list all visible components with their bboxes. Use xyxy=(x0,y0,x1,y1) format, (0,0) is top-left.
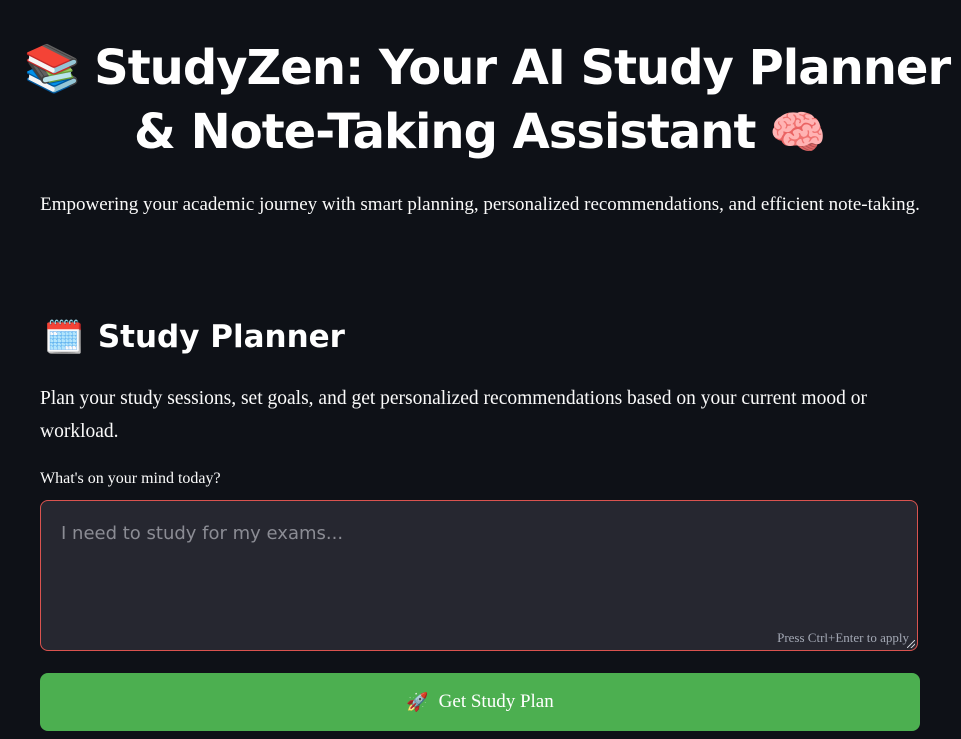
page-title-line-2: & Note-Taking Assistant 🧠 xyxy=(40,100,920,164)
mind-input-container: Press Ctrl+Enter to apply xyxy=(40,500,918,651)
get-study-plan-button[interactable]: 🚀 Get Study Plan xyxy=(40,673,920,731)
app-page: 📚 StudyZen: Your AI Study Planner & Note… xyxy=(0,0,961,739)
mind-input-label: What's on your mind today? xyxy=(40,470,221,487)
page-title-text-2: & Note-Taking Assistant xyxy=(134,104,756,160)
get-study-plan-label: Get Study Plan xyxy=(438,691,554,712)
books-icon: 📚 xyxy=(23,41,81,95)
study-planner-heading-text: Study Planner xyxy=(97,319,345,355)
brain-icon: 🧠 xyxy=(769,105,826,159)
page-subtitle: Empowering your academic journey with sm… xyxy=(40,194,920,215)
page-title-line-1: 📚 StudyZen: Your AI Study Planner xyxy=(24,36,951,100)
study-planner-description: Plan your study sessions, set goals, and… xyxy=(40,388,867,442)
study-planner-heading: 🗓️ Study Planner xyxy=(44,318,345,356)
page-title: 📚 StudyZen: Your AI Study Planner & Note… xyxy=(24,36,951,164)
calendar-icon: 🗓️ xyxy=(44,318,84,356)
resize-handle-icon[interactable] xyxy=(907,640,915,648)
input-hint: Press Ctrl+Enter to apply xyxy=(777,630,909,645)
rocket-icon: 🚀 xyxy=(406,691,429,712)
page-title-text-1: StudyZen: Your AI Study Planner xyxy=(94,40,951,96)
mind-input[interactable] xyxy=(41,501,917,650)
